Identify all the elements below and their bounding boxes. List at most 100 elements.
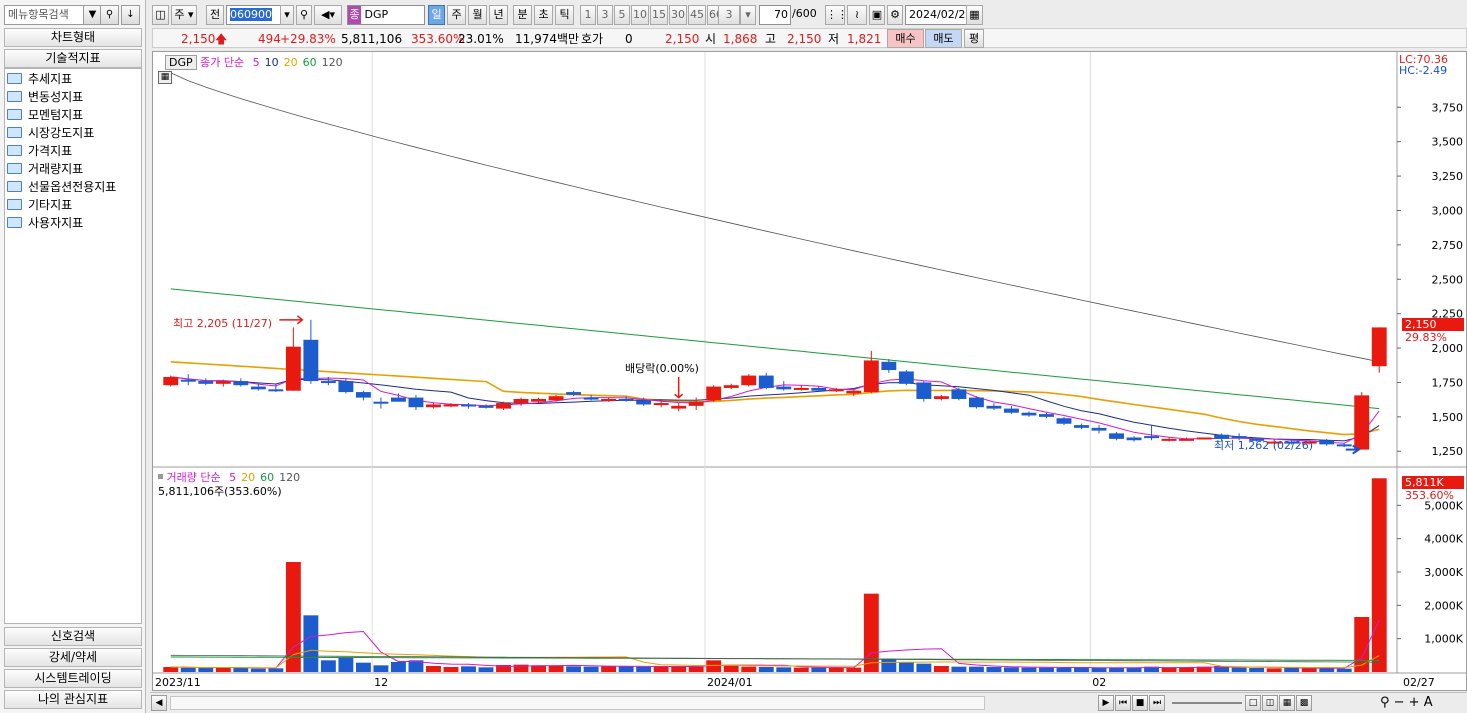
chart-area[interactable]: 2023/11 12 2024/01 02 02/27 1,250 1,500 1,750 2,… (152, 51, 1467, 691)
volume-bar (811, 667, 827, 672)
folder-icon (7, 109, 22, 120)
period-button[interactable]: 틱 (555, 5, 574, 25)
volume-ma-legend-item: 120 (279, 471, 301, 484)
tree-item[interactable]: 모멘텀지표 (7, 106, 83, 124)
tree-item[interactable]: 선물옵션전용지표 (7, 178, 116, 196)
tree-item[interactable]: 변동성지표 (7, 88, 83, 106)
date-input[interactable]: 2024/02/27 (905, 5, 971, 25)
interval-button[interactable]: 3 (597, 5, 613, 25)
count-input[interactable]: 70 (759, 5, 791, 25)
y-tick-label: 3,000 (1432, 204, 1464, 217)
period-button[interactable]: 분 (513, 5, 532, 25)
folder-icon (7, 217, 22, 228)
interval-button[interactable]: 1 (580, 5, 596, 25)
y-tick-label: 3,500 (1432, 136, 1464, 149)
zoom-controls[interactable]: ⚲ − + A (1380, 695, 1433, 710)
candle-body (741, 375, 757, 386)
gear-icon[interactable]: ⚙ (887, 5, 903, 25)
code-dropdown-button[interactable]: ▾ (280, 5, 294, 25)
indicator-menu-button[interactable]: 시스템트레이딩 (4, 669, 142, 688)
candle-body (1021, 412, 1037, 416)
instrument-type-select[interactable]: 주 ▾ (171, 5, 197, 25)
volume-bar (1249, 668, 1265, 672)
indicator-menu-button[interactable]: 나의 관심지표 (4, 690, 142, 709)
x-tick-label: 2024/01 (707, 676, 753, 689)
candle-body (758, 375, 774, 388)
chart-type-button[interactable]: 차트형태 (4, 28, 142, 47)
buy-button[interactable]: 매수 (887, 29, 924, 48)
period-button[interactable]: 초 (534, 5, 553, 25)
interval-button[interactable]: 15 (650, 5, 668, 25)
candle-body (723, 385, 739, 388)
period-button[interactable]: 주 (447, 5, 466, 25)
layout-quad-icon[interactable]: ▩ (1296, 695, 1312, 711)
candle-body (776, 386, 792, 390)
sell-button[interactable]: 매도 (925, 29, 962, 48)
line-tool-icon[interactable]: ≀ (847, 5, 867, 25)
period-button[interactable]: 월 (468, 5, 487, 25)
stock-code-input[interactable]: 060900 (226, 5, 284, 25)
candle-body (1336, 444, 1352, 447)
zoom-slider[interactable] (1172, 702, 1242, 704)
volume-pct-tag: 353.60% (1405, 489, 1454, 502)
candle-settings-icon[interactable]: ⋮⋮ (825, 5, 848, 25)
scroll-left-button[interactable]: ◀ (151, 695, 167, 711)
layout-grid-icon[interactable]: ▦ (1279, 695, 1295, 711)
market-button[interactable]: 전 (206, 5, 224, 25)
layout-icon[interactable]: ◫ (152, 5, 169, 25)
search-icon[interactable]: ⚲ (100, 5, 119, 25)
interval-dropdown[interactable]: ▾ (740, 5, 756, 25)
candle-body (1003, 408, 1019, 413)
technical-indicator-tab[interactable]: 기술적지표 (4, 49, 142, 68)
scroll-track[interactable] (170, 696, 985, 710)
interval-button[interactable]: 10 (631, 5, 649, 25)
candle-body (338, 381, 354, 393)
tree-item[interactable]: 사용자지표 (7, 214, 83, 232)
candle-body (583, 397, 599, 400)
volume-bar (1039, 667, 1054, 672)
calendar-icon[interactable]: ▦ (966, 5, 983, 25)
indicator-menu-button[interactable]: 강세/약세 (4, 648, 142, 667)
candle-body (285, 346, 301, 391)
period-button[interactable]: 년 (489, 5, 508, 25)
interval-button[interactable]: 5 (614, 5, 630, 25)
volume-bar (1003, 667, 1019, 672)
candle-body (881, 361, 897, 371)
tree-item[interactable]: 가격지표 (7, 142, 72, 160)
period-button[interactable]: 일 (428, 5, 445, 25)
indicator-menu-button[interactable]: 신호검색 (4, 627, 142, 646)
tree-item[interactable]: 추세지표 (7, 70, 72, 88)
layout-single-icon[interactable]: □ (1245, 695, 1261, 711)
download-arrow-icon[interactable]: ↓ (121, 5, 140, 25)
layout-split-icon[interactable]: ◫ (1262, 695, 1278, 711)
play-icon[interactable]: ▶ (1098, 695, 1114, 711)
speaker-icon[interactable]: ◀▾ (314, 5, 342, 25)
x-tick-label: 02/27 (1403, 676, 1435, 689)
tree-item[interactable]: 거래량지표 (7, 160, 83, 178)
fast-forward-icon[interactable]: ⏭ (1149, 695, 1165, 711)
calendar-icon[interactable]: ▦ (158, 71, 172, 84)
interval-button[interactable]: 45 (688, 5, 706, 25)
interval-value[interactable]: 3 (718, 5, 740, 25)
volume-bar (355, 662, 371, 672)
stop-icon[interactable]: ■ (1132, 695, 1148, 711)
candle-body (828, 389, 844, 392)
volume-bar (968, 666, 984, 672)
stock-name-field[interactable]: 종 DGP (347, 5, 425, 25)
candle-body (461, 404, 476, 407)
tree-item[interactable]: 기타지표 (7, 196, 72, 214)
candle-body (1144, 436, 1160, 439)
save-icon[interactable]: ▣ (869, 5, 885, 25)
search-icon[interactable]: ⚲ (296, 5, 312, 25)
count-max: /600 (792, 7, 817, 20)
chart-scrollbar[interactable]: ◀ ▶ ⏮ ■ ⏭ □ ◫ ▦ ▩ ⚲ − + A (150, 692, 1467, 713)
volume-bar (163, 667, 179, 672)
volume-bar (478, 667, 494, 672)
candle-body (951, 389, 967, 399)
rewind-icon[interactable]: ⏮ (1115, 695, 1131, 711)
interval-button[interactable]: 30 (669, 5, 687, 25)
chart-canvas[interactable]: 2023/11 12 2024/01 02 02/27 1,250 1,500 1,750 2,… (153, 52, 1466, 690)
evaluate-button[interactable]: 평 (964, 29, 984, 48)
candle-body (198, 381, 214, 384)
tree-item[interactable]: 시장강도지표 (7, 124, 94, 142)
